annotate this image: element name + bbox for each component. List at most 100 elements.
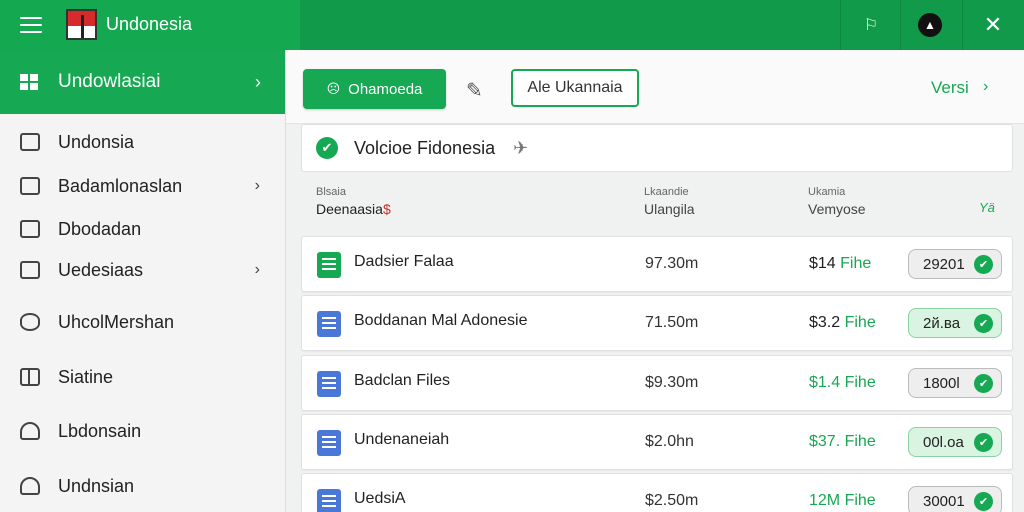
check-circle-icon: ✔ bbox=[974, 492, 993, 511]
sidebar-item-1[interactable]: Undonsia bbox=[0, 122, 286, 162]
sidebar-item-label: Siatine bbox=[58, 366, 114, 387]
check-circle-icon: ✔ bbox=[974, 433, 993, 452]
stack-icon bbox=[20, 313, 40, 331]
version-link[interactable]: Versi bbox=[931, 78, 969, 98]
table-row[interactable]: Undenaneiah $2.0hn $37. Fihe 00l.oa ✔ bbox=[301, 414, 1013, 470]
sidebar-item-7[interactable]: Lbdonsain bbox=[0, 411, 286, 451]
price-unit: Fihe bbox=[840, 255, 872, 272]
chevron-right-icon: › bbox=[254, 177, 260, 194]
sidebar-item-label: Undonsia bbox=[58, 131, 135, 152]
column-header-mark: $ bbox=[382, 201, 391, 217]
sidebar: Undowlasiai › Undonsia Badamlonaslan › D… bbox=[0, 50, 286, 512]
column-header-size[interactable]: Lkaandie Ulangila bbox=[644, 186, 695, 217]
column-header-small: Ukamia bbox=[808, 186, 846, 198]
sidebar-item-label: Dbodadan bbox=[58, 218, 142, 239]
column-header-name[interactable]: Blsaia Deenaasia$ bbox=[316, 186, 391, 217]
row-name: Boddanan Mal Adonesie bbox=[354, 312, 528, 329]
top-divider bbox=[962, 0, 963, 50]
sidebar-item-6[interactable]: Siatine bbox=[0, 357, 286, 397]
row-price: $14 Fihe bbox=[809, 255, 871, 273]
row-size: $2.50m bbox=[645, 492, 699, 509]
app-title: Undonesia bbox=[106, 14, 193, 34]
status-value: 30001 bbox=[923, 492, 965, 510]
column-header-small: Blsaia bbox=[316, 186, 346, 198]
table-row[interactable]: Dadsier Falaa 97.30m $14 Fihe 29201 ✔ bbox=[301, 236, 1013, 292]
status-pill[interactable]: 2й.ва ✔ bbox=[908, 308, 1002, 338]
sidebar-item-8[interactable]: Undnsian bbox=[0, 466, 286, 506]
envelope-icon bbox=[20, 220, 40, 238]
status-pill[interactable]: 29201 ✔ bbox=[908, 249, 1002, 279]
top-divider bbox=[900, 0, 901, 50]
table-row[interactable]: Badclan Files $9.30m $1.4 Fihe 1800l ✔ bbox=[301, 355, 1013, 411]
flag-icon[interactable]: ⚐ bbox=[858, 12, 884, 38]
sidebar-item-2[interactable]: Badamlonaslan › bbox=[0, 166, 286, 206]
table-row[interactable]: Boddanan Mal Adonesie 71.50m $3.2 Fihe 2… bbox=[301, 295, 1013, 351]
chevron-right-icon: › bbox=[255, 71, 261, 92]
sidebar-item-label: UhcolMershan bbox=[58, 311, 175, 332]
edit-pen-icon[interactable]: ✎ bbox=[466, 78, 483, 103]
doc-icon bbox=[317, 489, 341, 512]
row-size: 71.50m bbox=[645, 314, 699, 331]
sidebar-item-5[interactable]: UhcolMershan bbox=[0, 302, 286, 342]
check-circle-icon: ✔ bbox=[974, 314, 993, 333]
sidebar-header-item[interactable]: Undowlasiai › bbox=[0, 50, 285, 114]
doc-icon bbox=[317, 430, 341, 456]
top-app-bar: Undonesia ⚐ ▲ ✕ bbox=[0, 0, 1024, 50]
check-circle-icon: ✔ bbox=[974, 374, 993, 393]
table-icon bbox=[20, 368, 40, 386]
sidebar-header-label: Undowlasiai bbox=[58, 71, 161, 92]
status-pill[interactable]: 1800l ✔ bbox=[908, 368, 1002, 398]
hamburger-menu-icon[interactable] bbox=[20, 14, 42, 36]
column-header-price[interactable]: Ukamia Vemyose bbox=[808, 186, 866, 217]
row-size: 97.30m bbox=[645, 255, 699, 272]
column-header-main: Ulangila bbox=[644, 201, 695, 217]
sidebar-item-label: Badamlonaslan bbox=[58, 175, 183, 196]
doc-icon bbox=[317, 371, 341, 397]
price-unit: Fihe bbox=[844, 433, 876, 450]
sheet-icon bbox=[317, 252, 341, 278]
row-price: $1.4 Fihe bbox=[809, 374, 876, 392]
sidebar-item-3[interactable]: Dbodadan bbox=[0, 209, 286, 249]
row-name: Undenaneiah bbox=[354, 431, 450, 448]
close-icon[interactable]: ✕ bbox=[980, 12, 1006, 38]
row-size: $9.30m bbox=[645, 374, 699, 391]
status-value: 29201 bbox=[923, 255, 965, 273]
mail-icon bbox=[20, 133, 40, 151]
row-price: $3.2 Fihe bbox=[809, 314, 876, 332]
column-header-status[interactable]: Yä bbox=[979, 200, 995, 215]
price-unit: Fihe bbox=[844, 374, 876, 391]
top-divider bbox=[840, 0, 841, 50]
chevron-right-icon[interactable]: › bbox=[983, 78, 988, 96]
table-row[interactable]: UedsiA $2.50m 12M Fihe 30001 ✔ bbox=[301, 473, 1013, 512]
title-card: ✔ Volcioe Fidonesia ✈ bbox=[301, 124, 1013, 172]
price-amount: $14 bbox=[809, 255, 836, 272]
column-header-main: Vemyose bbox=[808, 201, 866, 217]
primary-action-button[interactable]: ☹ Ohamoeda bbox=[303, 69, 446, 109]
sidebar-item-label: Lbdonsain bbox=[58, 420, 142, 441]
status-pill[interactable]: 30001 ✔ bbox=[908, 486, 1002, 512]
secondary-action-button[interactable]: Ale Ukannaia bbox=[511, 69, 639, 107]
title-card-label: Volcioe Fidonesia bbox=[354, 137, 496, 158]
user-avatar-icon[interactable]: ▲ bbox=[917, 12, 943, 38]
cloud-icon bbox=[20, 477, 40, 495]
app-logo-icon bbox=[66, 9, 97, 40]
chevron-right-icon: › bbox=[254, 261, 260, 278]
row-name: Dadsier Falaa bbox=[354, 253, 454, 270]
sidebar-item-label: Uedesiaas bbox=[58, 259, 144, 280]
status-value: 1800l bbox=[923, 374, 960, 392]
status-pill[interactable]: 00l.oa ✔ bbox=[908, 427, 1002, 457]
doc-icon bbox=[317, 311, 341, 337]
status-value: 00l.oa bbox=[923, 433, 964, 451]
status-value: 2й.ва bbox=[923, 314, 961, 332]
price-amount: $3.2 bbox=[809, 314, 841, 331]
pin-icon[interactable]: ✈ bbox=[513, 138, 528, 159]
sidebar-item-label: Undnsian bbox=[58, 475, 135, 496]
primary-button-label: Ohamoeda bbox=[348, 80, 423, 98]
price-unit: Fihe bbox=[844, 314, 876, 331]
table-header: Blsaia Deenaasia$ Lkaandie Ulangila Ukam… bbox=[301, 178, 1013, 236]
check-circle-icon: ✔ bbox=[974, 255, 993, 274]
row-name: UedsiA bbox=[354, 490, 406, 507]
sidebar-item-4[interactable]: Uedesiaas › bbox=[0, 250, 286, 290]
files-table: Blsaia Deenaasia$ Lkaandie Ulangila Ukam… bbox=[301, 178, 1013, 512]
price-amount: 12M bbox=[809, 492, 841, 509]
